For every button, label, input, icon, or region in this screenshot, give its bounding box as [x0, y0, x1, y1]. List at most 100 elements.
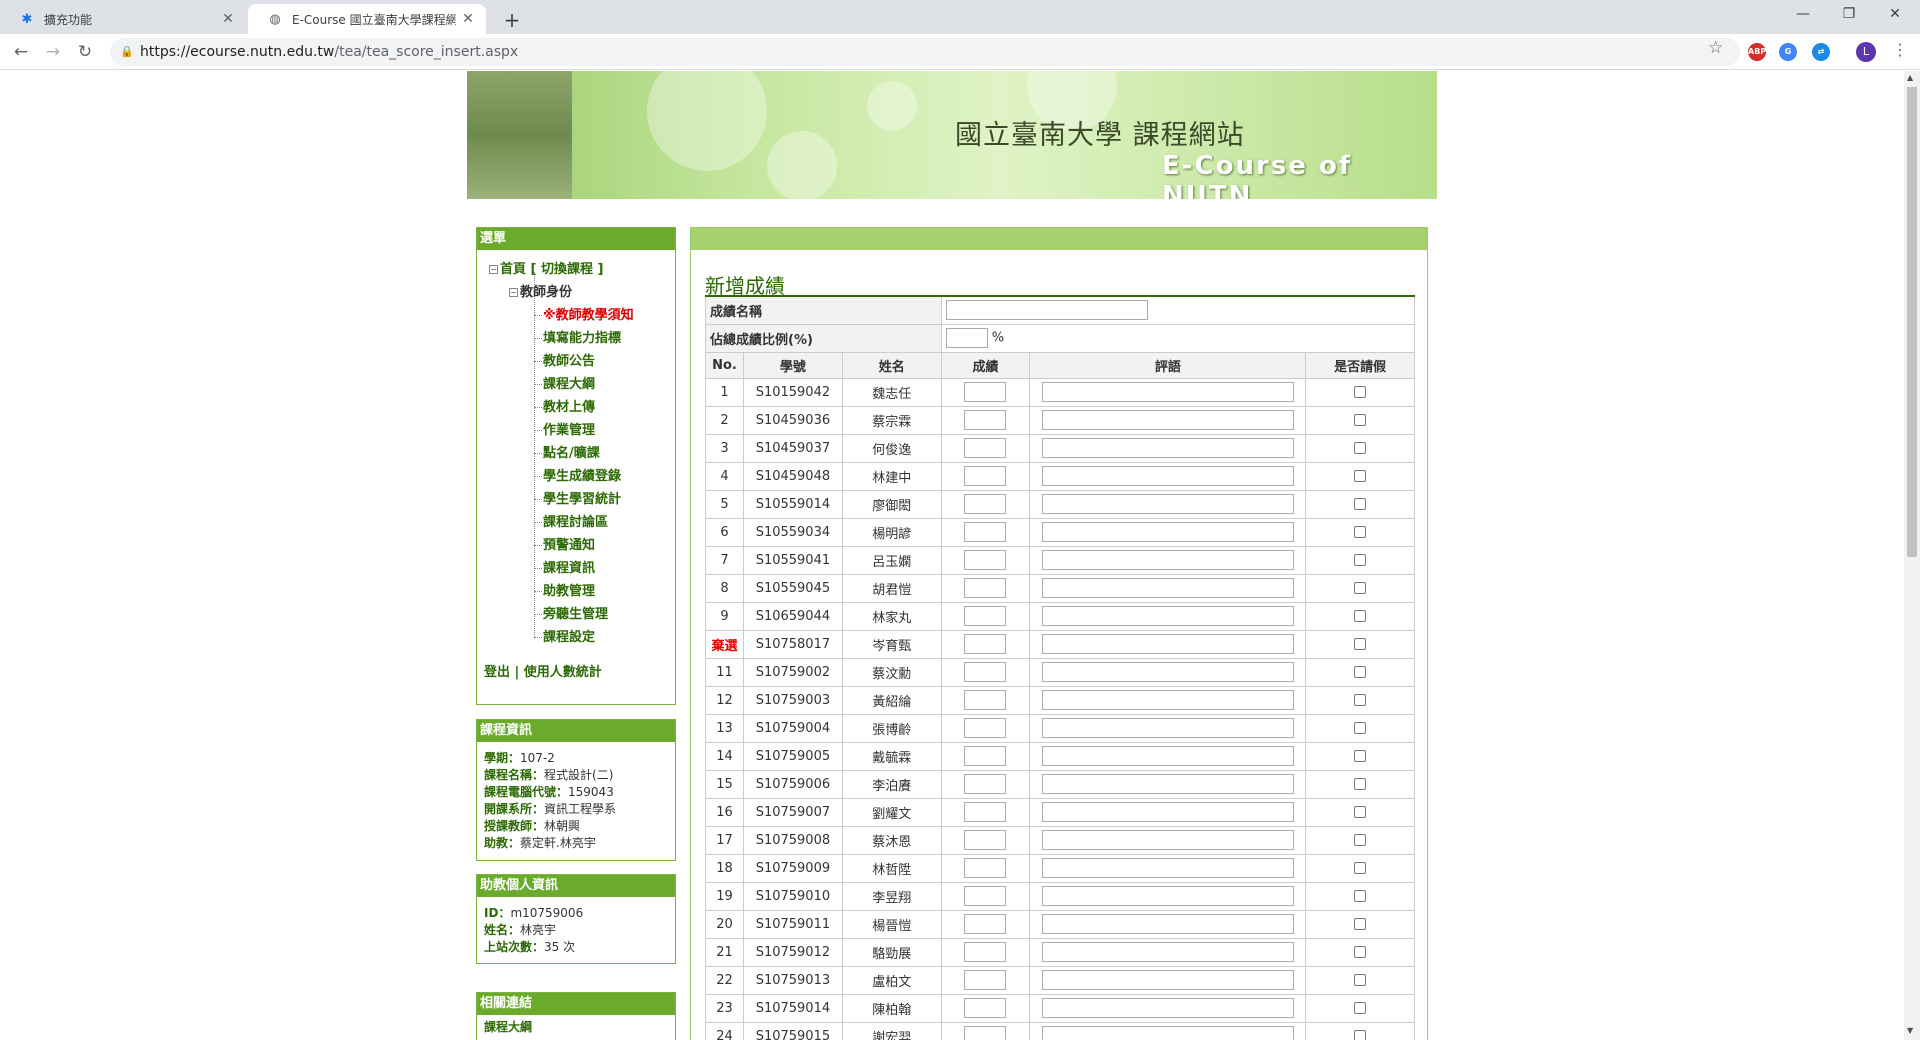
score-input[interactable] [964, 1026, 1007, 1040]
comment-input[interactable] [1041, 970, 1294, 990]
comment-input[interactable] [1041, 438, 1294, 458]
score-input[interactable] [964, 410, 1007, 430]
leave-checkbox[interactable] [1354, 582, 1367, 594]
menu-item-learning-stats[interactable]: 學生學習統計 [477, 488, 675, 511]
comment-input[interactable] [1041, 998, 1294, 1018]
menu-item-course-settings[interactable]: 課程設定 [477, 626, 675, 649]
scroll-up-arrow[interactable]: ▲ [1907, 73, 1913, 82]
comment-input[interactable] [1041, 690, 1294, 710]
menu-item-label[interactable]: 助教管理 [543, 584, 595, 599]
menu-item-label[interactable]: 學生學習統計 [543, 492, 621, 507]
menu-item-label[interactable]: 課程討論區 [543, 515, 608, 530]
comment-input[interactable] [1041, 382, 1294, 402]
restore-button[interactable]: ❐ [1826, 0, 1872, 30]
leave-checkbox[interactable] [1354, 610, 1367, 622]
collapse-icon[interactable]: − [489, 265, 498, 274]
comment-input[interactable] [1041, 914, 1294, 934]
menu-home-label[interactable]: 首頁 [ 切換課程 ] [500, 262, 603, 277]
comment-input[interactable] [1041, 830, 1294, 850]
leave-checkbox[interactable] [1354, 442, 1367, 454]
comment-input[interactable] [1041, 410, 1294, 430]
tab-ecourse[interactable]: ◍ E-Course 國立臺南大學課程網站 ✕ [248, 4, 486, 34]
menu-item-label[interactable]: 點名/曠課 [543, 446, 600, 461]
menu-item-label[interactable]: 教師公告 [543, 354, 595, 369]
menu-item-auditor-management[interactable]: 旁聽生管理 [477, 603, 675, 626]
comment-input[interactable] [1041, 550, 1294, 570]
menu-item-label[interactable]: 課程資訊 [543, 561, 595, 576]
score-input[interactable] [964, 494, 1007, 514]
comment-input[interactable] [1041, 578, 1294, 598]
menu-item-label[interactable]: 學生成績登錄 [543, 469, 621, 484]
collapse-icon[interactable]: − [509, 288, 518, 297]
score-input[interactable] [964, 438, 1007, 458]
close-window-button[interactable]: ✕ [1872, 0, 1918, 30]
score-input[interactable] [964, 466, 1007, 486]
leave-checkbox[interactable] [1354, 526, 1367, 538]
comment-input[interactable] [1041, 466, 1294, 486]
leave-checkbox[interactable] [1354, 554, 1367, 566]
scroll-thumb[interactable] [1907, 87, 1917, 557]
logout-link[interactable]: 登出 | 使用人數統計 [477, 649, 675, 688]
comment-input[interactable] [1041, 606, 1294, 626]
comment-input[interactable] [1041, 634, 1294, 654]
leave-checkbox[interactable] [1354, 946, 1367, 958]
menu-item-attendance[interactable]: 點名/曠課 [477, 442, 675, 465]
menu-home[interactable]: − 首頁 [ 切換課程 ] [477, 258, 675, 281]
leave-checkbox[interactable] [1354, 470, 1367, 482]
menu-item-course-info[interactable]: 課程資訊 [477, 557, 675, 580]
score-input[interactable] [964, 522, 1007, 542]
leave-checkbox[interactable] [1354, 834, 1367, 846]
leave-checkbox[interactable] [1354, 694, 1367, 706]
profile-avatar[interactable]: L [1856, 42, 1876, 62]
comment-input[interactable] [1041, 774, 1294, 794]
menu-item-forum[interactable]: 課程討論區 [477, 511, 675, 534]
comment-input[interactable] [1041, 802, 1294, 822]
leave-checkbox[interactable] [1354, 750, 1367, 762]
comment-input[interactable] [1041, 858, 1294, 878]
score-input[interactable] [964, 774, 1007, 794]
leave-checkbox[interactable] [1354, 414, 1367, 426]
leave-checkbox[interactable] [1354, 638, 1367, 650]
ratio-input[interactable] [945, 328, 988, 348]
leave-checkbox[interactable] [1354, 722, 1367, 734]
score-input[interactable] [964, 718, 1007, 738]
score-input[interactable] [964, 550, 1007, 570]
leave-checkbox[interactable] [1354, 806, 1367, 818]
bookmark-star-icon[interactable]: ☆ [1708, 38, 1723, 58]
adblock-icon[interactable]: ABP [1748, 43, 1766, 61]
menu-item-label[interactable]: ※教師教學須知 [543, 308, 634, 323]
leave-checkbox[interactable] [1354, 918, 1367, 930]
menu-item-homework[interactable]: 作業管理 [477, 419, 675, 442]
score-name-input[interactable] [945, 300, 1148, 321]
score-input[interactable] [964, 942, 1007, 962]
address-bar[interactable]: 🔒 https://ecourse.nutn.edu.tw/tea/tea_sc… [110, 38, 1740, 66]
page-scrollbar[interactable]: ▲ ▼ [1904, 71, 1920, 1040]
score-input[interactable] [964, 634, 1007, 654]
scroll-down-arrow[interactable]: ▼ [1907, 1026, 1913, 1035]
menu-role[interactable]: − 教師身份 [477, 281, 675, 304]
reload-button[interactable]: ↻ [73, 40, 97, 64]
score-input[interactable] [964, 662, 1007, 682]
link-syllabus[interactable]: 課程大綱 [484, 1020, 532, 1034]
menu-item-announcements[interactable]: 教師公告 [477, 350, 675, 373]
score-input[interactable] [964, 914, 1007, 934]
menu-item-label[interactable]: 課程大綱 [543, 377, 595, 392]
menu-item-ta-management[interactable]: 助教管理 [477, 580, 675, 603]
score-input[interactable] [964, 690, 1007, 710]
comment-input[interactable] [1041, 662, 1294, 682]
menu-item-teaching-notes[interactable]: ※教師教學須知 [477, 304, 675, 327]
extension-icon[interactable]: ⇄ [1812, 43, 1830, 61]
leave-checkbox[interactable] [1354, 862, 1367, 874]
close-icon[interactable]: ✕ [456, 11, 480, 27]
comment-input[interactable] [1041, 494, 1294, 514]
score-input[interactable] [964, 858, 1007, 878]
score-input[interactable] [964, 998, 1007, 1018]
menu-item-label[interactable]: 預警通知 [543, 538, 595, 553]
comment-input[interactable] [1041, 746, 1294, 766]
comment-input[interactable] [1041, 718, 1294, 738]
leave-checkbox[interactable] [1354, 778, 1367, 790]
menu-icon[interactable]: ⋮ [1892, 40, 1908, 59]
score-input[interactable] [964, 802, 1007, 822]
comment-input[interactable] [1041, 522, 1294, 542]
score-input[interactable] [964, 746, 1007, 766]
